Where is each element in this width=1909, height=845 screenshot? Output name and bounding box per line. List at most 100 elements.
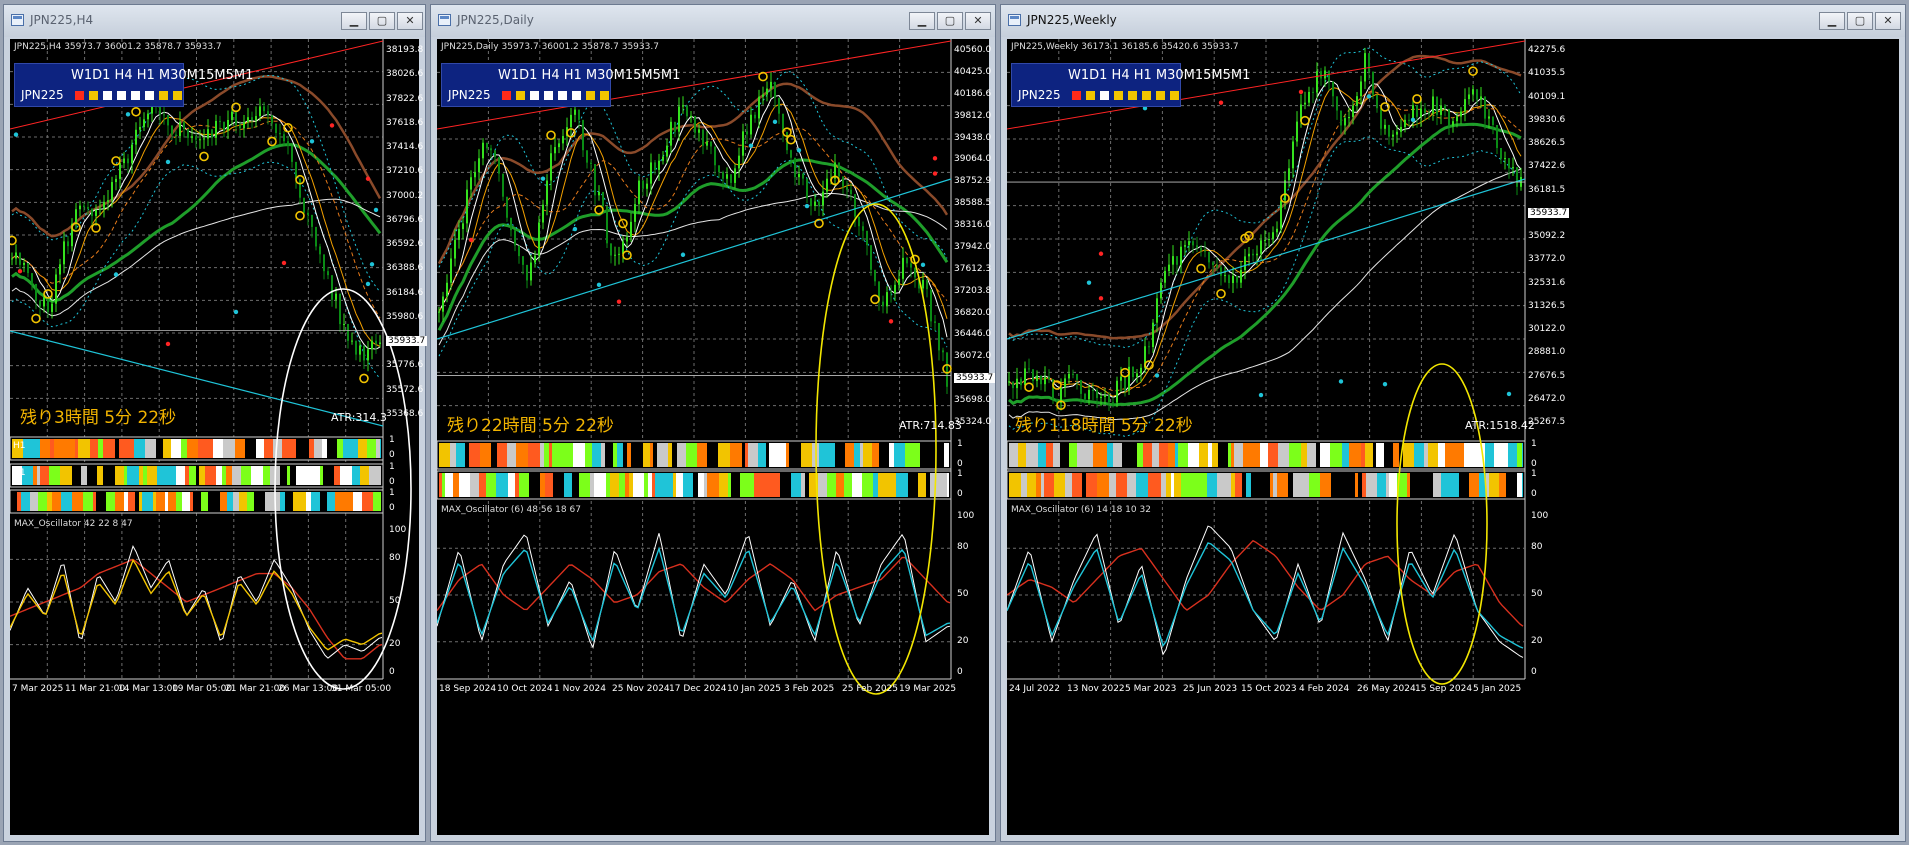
price-label: 41035.5	[1528, 68, 1566, 78]
status-square	[1114, 91, 1123, 100]
strip-segment	[889, 443, 894, 467]
price-label: 35092.2	[1528, 231, 1566, 241]
window-daily[interactable]: JPN225,Daily ▁ ▢ ✕ JPN225,Daily 35973.7 …	[430, 4, 996, 842]
strip-segment	[296, 439, 303, 458]
titlebar[interactable]: JPN225,Weekly ▁ ▢ ✕	[1001, 5, 1905, 37]
strip-segment	[633, 473, 644, 497]
strip-segment	[1116, 473, 1127, 497]
strip-segment	[564, 473, 572, 497]
candle-body	[466, 189, 468, 224]
timeframe-list: W1D1 H4 H1 M30M15M5M1	[1068, 68, 1251, 83]
minimize-button[interactable]: ▁	[341, 12, 367, 30]
strip-segment	[1393, 443, 1399, 467]
price-label: 30122.0	[1528, 324, 1566, 334]
strip-segment	[1251, 473, 1263, 497]
maximize-button[interactable]: ▢	[369, 12, 395, 30]
strip-segment	[1366, 473, 1370, 497]
strip-segment	[72, 492, 78, 511]
chart-header: JPN225,Weekly 36173.1 36185.6 35420.6 35…	[1011, 42, 1239, 52]
candle-body	[275, 123, 277, 133]
osc-scale-label: 100	[1531, 511, 1549, 521]
strip-segment	[1168, 443, 1175, 467]
strip-segment	[1414, 443, 1424, 467]
close-button[interactable]: ✕	[1875, 12, 1901, 30]
signal-dot	[1366, 94, 1372, 99]
candle-body	[1152, 322, 1154, 348]
strip-segment	[579, 473, 590, 497]
time-axis-label: 25 Jun 2023	[1183, 684, 1238, 694]
signal-circle	[1300, 115, 1310, 126]
window-weekly[interactable]: JPN225,Weekly ▁ ▢ ✕ JPN225,Weekly 36173.…	[1000, 4, 1906, 842]
strip-segment	[453, 473, 459, 497]
candle-body	[702, 129, 704, 146]
candle-body	[1260, 240, 1262, 254]
strip-segment	[697, 443, 707, 467]
strip-segment	[1268, 443, 1278, 467]
strip-segment	[1309, 473, 1320, 497]
price-label: 37414.6	[386, 142, 424, 152]
minimize-button[interactable]: ▁	[909, 12, 935, 30]
price-label: 39064.0	[954, 154, 992, 164]
strip-segment	[52, 492, 61, 511]
chart-canvas[interactable]	[10, 39, 421, 837]
candle-body	[578, 109, 580, 120]
strip-segment	[306, 492, 311, 511]
strip-segment	[1148, 473, 1156, 497]
strip-segment	[617, 443, 623, 467]
price-label: 37822.6	[386, 94, 424, 104]
maximize-button[interactable]: ▢	[1847, 12, 1873, 30]
candle-body	[582, 119, 584, 151]
candle-body	[494, 150, 496, 157]
signal-dot	[165, 159, 171, 165]
signal-dot	[596, 282, 602, 288]
chart-canvas[interactable]	[437, 39, 991, 837]
candle-body	[742, 131, 744, 156]
candle-body	[1252, 253, 1254, 256]
chart-header: JPN225,H4 35973.7 36001.2 35878.7 35933.…	[14, 42, 222, 52]
chart-area[interactable]: JPN225,H4 35973.7 36001.2 35878.7 35933.…	[10, 39, 428, 837]
strip-segment	[1445, 443, 1457, 467]
window-h4[interactable]: JPN225,H4 ▁ ▢ ✕ JPN225,H4 35973.7 36001.…	[3, 4, 428, 842]
strip-segment	[239, 492, 247, 511]
candle-body	[470, 177, 472, 190]
strip-segment	[1386, 473, 1389, 497]
candle-body	[1076, 374, 1078, 380]
titlebar[interactable]: JPN225,Daily ▁ ▢ ✕	[431, 5, 995, 37]
maximize-button[interactable]: ▢	[937, 12, 963, 30]
strip-segment	[1373, 443, 1376, 467]
close-button[interactable]: ✕	[397, 12, 423, 30]
chart-area[interactable]: JPN225,Weekly 36173.1 36185.6 35420.6 35…	[1007, 39, 1899, 835]
candle-body	[1416, 105, 1418, 117]
candle-body	[1516, 167, 1518, 187]
strip-segment	[1242, 473, 1246, 497]
candle-body	[530, 262, 532, 281]
chart-header: JPN225,Daily 35973.7 36001.2 35878.7 359…	[441, 42, 659, 52]
minimize-button[interactable]: ▁	[1819, 12, 1845, 30]
signal-circle	[10, 235, 17, 246]
signal-dot	[772, 119, 778, 125]
strip-segment	[625, 473, 629, 497]
strip-segment	[353, 492, 362, 511]
candle-body	[858, 216, 860, 227]
titlebar[interactable]: JPN225,H4 ▁ ▢ ✕	[4, 5, 425, 37]
strip-segment	[254, 492, 265, 511]
candle-body	[1352, 105, 1354, 117]
strip-segment	[1143, 443, 1152, 467]
signal-dot	[468, 237, 474, 243]
status-square	[516, 91, 525, 100]
candle-body	[243, 121, 245, 129]
candle-body	[1032, 369, 1034, 381]
candle-body	[1336, 96, 1338, 111]
close-button[interactable]: ✕	[965, 12, 991, 30]
strip-segment	[205, 466, 212, 485]
strip-segment	[1370, 473, 1377, 497]
strip-segment	[199, 466, 205, 485]
strip-segment	[235, 439, 245, 458]
chart-area[interactable]: JPN225,Daily 35973.7 36001.2 35878.7 359…	[437, 39, 996, 837]
strip-segment	[293, 492, 297, 511]
candle-body	[1340, 110, 1342, 126]
candle-body	[818, 201, 820, 206]
candle-body	[1228, 275, 1230, 284]
signal-circle	[1216, 288, 1226, 299]
chart-canvas[interactable]	[1007, 39, 1901, 837]
